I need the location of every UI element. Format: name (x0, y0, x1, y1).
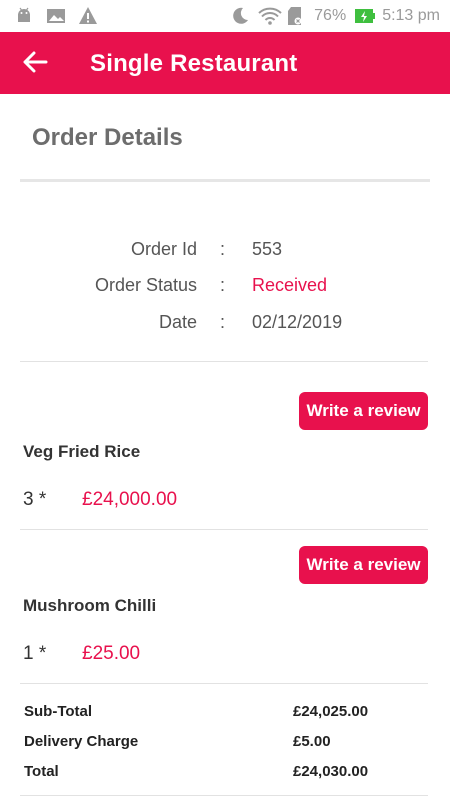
item-price: £25.00 (82, 643, 141, 664)
image-icon (46, 6, 66, 26)
status-bar: 76% 5:13 pm (0, 0, 450, 32)
order-id-colon: : (220, 239, 226, 259)
battery-charging-icon (354, 6, 376, 26)
total-value: £24,030.00 (293, 763, 369, 780)
android-icon (14, 6, 34, 26)
subtotal-value: £24,025.00 (293, 703, 369, 720)
item-quantity: 1 * (23, 643, 47, 664)
order-date-colon: : (220, 312, 226, 332)
warning-icon (78, 6, 98, 26)
order-status-label: Order Status (94, 275, 197, 295)
section-title: Order Details (32, 124, 183, 151)
title-divider (20, 179, 430, 182)
order-status-colon: : (220, 275, 226, 295)
item-name: Veg Fried Rice (23, 442, 141, 461)
total-row: Total £24,030.00 (24, 763, 384, 785)
app-bar: Single Restaurant (0, 32, 450, 94)
item-quantity: 3 * (23, 489, 47, 510)
item-price: £24,000.00 (82, 489, 178, 510)
back-button[interactable] (18, 47, 52, 81)
order-id-value: 553 (252, 239, 283, 259)
subtotal-label: Sub-Total (24, 703, 93, 720)
order-id-row: Order Id : 553 (0, 239, 450, 265)
battery-percent: 76% (314, 7, 347, 24)
divider (20, 683, 428, 684)
order-date-value: 02/12/2019 (252, 312, 343, 332)
divider (20, 795, 428, 796)
order-date-label: Date (158, 312, 197, 332)
item-name: Mushroom Chilli (23, 596, 157, 615)
delivery-charge-label: Delivery Charge (24, 733, 139, 750)
order-status-row: Order Status : Received (0, 275, 450, 301)
clock: 5:13 pm (382, 7, 440, 24)
divider (20, 361, 428, 362)
sd-card-icon (286, 6, 306, 26)
moon-icon (230, 6, 250, 26)
order-id-label: Order Id (130, 239, 197, 259)
order-date-row: Date : 02/12/2019 (0, 312, 450, 338)
write-review-button[interactable]: Write a review (299, 392, 428, 430)
write-review-button[interactable]: Write a review (299, 546, 428, 584)
divider (20, 529, 428, 530)
order-status-value: Received (252, 275, 328, 295)
app-title: Single Restaurant (90, 50, 298, 77)
delivery-charge-row: Delivery Charge £5.00 (24, 733, 384, 755)
total-label: Total (24, 763, 59, 780)
arrow-left-icon (22, 51, 48, 78)
wifi-icon (258, 6, 282, 26)
delivery-charge-value: £5.00 (293, 733, 331, 750)
subtotal-row: Sub-Total £24,025.00 (24, 703, 384, 725)
